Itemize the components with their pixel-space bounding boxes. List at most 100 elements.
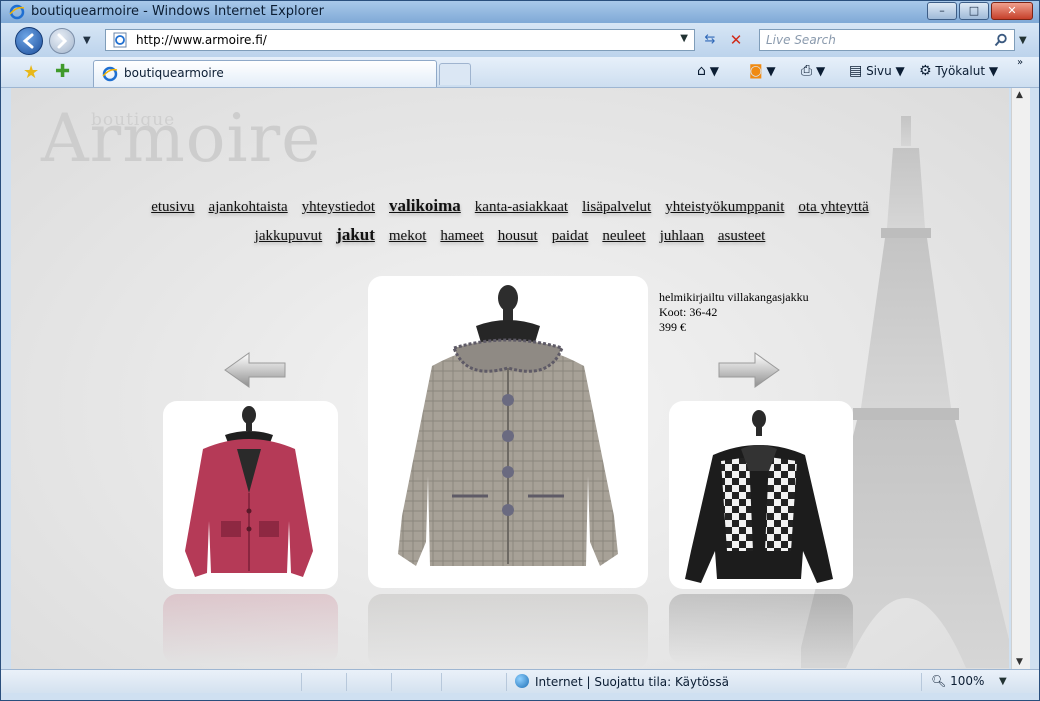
nav-ajankohtaista[interactable]: ajankohtaista bbox=[209, 199, 288, 216]
home-button[interactable]: ⌂ ▼ bbox=[697, 63, 719, 79]
tab-page-icon bbox=[102, 66, 118, 82]
thumbnail-reflection-previous bbox=[163, 594, 338, 664]
nav-valikoima[interactable]: valikoima bbox=[389, 196, 461, 216]
search-icon[interactable] bbox=[994, 33, 1008, 47]
thumbnail-reflection-next bbox=[669, 594, 853, 664]
product-sizes: Koot: 36-42 bbox=[659, 305, 718, 319]
nav-kanta-asiakkaat[interactable]: kanta-asiakkaat bbox=[475, 199, 568, 216]
ie-logo-icon bbox=[9, 4, 25, 20]
url-dropdown-icon[interactable]: ▼ bbox=[680, 33, 688, 44]
tools-menu-label: Työkalut bbox=[935, 64, 986, 78]
nav-lisapalvelut[interactable]: lisäpalvelut bbox=[582, 199, 651, 216]
window-controls: – □ ✕ bbox=[925, 2, 1033, 20]
nav-neuleet[interactable]: neuleet bbox=[602, 228, 645, 245]
toolbar-overflow-icon[interactable]: » bbox=[1017, 57, 1023, 68]
tab-boutiquearmoire[interactable]: boutiquearmoire bbox=[93, 60, 437, 87]
back-arrow-icon bbox=[22, 33, 34, 49]
page-menu-icon: ▤ bbox=[849, 63, 863, 79]
minimize-button[interactable]: – bbox=[927, 2, 957, 20]
security-zone[interactable]: Internet | Suojattu tila: Käytössä bbox=[515, 674, 729, 689]
tab-bar: ★ ✚ boutiquearmoire ⌂ ▼ ◙ ▼ ⎙ ▼ ▤ Sivu ▼… bbox=[1, 57, 1039, 88]
nav-juhlaan[interactable]: juhlaan bbox=[660, 228, 704, 245]
globe-icon bbox=[515, 674, 529, 688]
nav-housut[interactable]: housut bbox=[498, 228, 538, 245]
status-divider bbox=[391, 673, 392, 691]
page-icon bbox=[113, 32, 127, 48]
scroll-up-icon[interactable]: ▲ bbox=[1016, 90, 1023, 100]
status-divider bbox=[506, 673, 507, 691]
url-field[interactable]: http://www.armoire.fi/ ▼ bbox=[105, 29, 695, 51]
nav-paidat[interactable]: paidat bbox=[552, 228, 589, 245]
right-frame bbox=[1029, 88, 1039, 669]
favorites-star-icon[interactable]: ★ bbox=[23, 62, 39, 83]
search-input[interactable]: Live Search bbox=[759, 29, 1015, 51]
product-price: 399 € bbox=[659, 320, 686, 334]
new-tab-button[interactable] bbox=[439, 63, 471, 85]
status-divider bbox=[441, 673, 442, 691]
nav-etusivu[interactable]: etusivu bbox=[151, 199, 194, 216]
product-thumbnail-previous[interactable] bbox=[163, 401, 338, 589]
nav-asusteet[interactable]: asusteet bbox=[718, 228, 765, 245]
stop-button[interactable]: ✕ bbox=[725, 29, 747, 51]
category-navigation: jakkupuvut jakut mekot hameet housut pai… bbox=[11, 225, 1009, 245]
nav-jakkupuvut[interactable]: jakkupuvut bbox=[255, 228, 323, 245]
next-arrow-icon[interactable] bbox=[715, 350, 781, 390]
product-info: helmikirjailtu villakangasjakku Koot: 36… bbox=[659, 290, 809, 335]
printer-icon: ⎙ bbox=[801, 63, 813, 79]
feeds-button[interactable]: ◙ ▼ bbox=[749, 63, 776, 79]
site-logo[interactable]: Armoire bbox=[41, 100, 321, 177]
forward-button[interactable] bbox=[49, 28, 75, 54]
tab-label: boutiquearmoire bbox=[124, 66, 224, 80]
product-main-image[interactable] bbox=[368, 276, 648, 588]
main-navigation: etusivu ajankohtaista yhteystiedot valik… bbox=[11, 196, 1009, 216]
product-thumbnail-next[interactable] bbox=[669, 401, 853, 589]
search-placeholder: Live Search bbox=[766, 33, 836, 47]
forward-arrow-icon bbox=[57, 33, 68, 49]
page-menu-button[interactable]: ▤ Sivu ▼ bbox=[849, 63, 905, 79]
rss-icon: ◙ bbox=[749, 63, 763, 79]
vertical-scrollbar[interactable]: ▲ ▼ bbox=[1011, 88, 1030, 669]
address-bar: ▼ http://www.armoire.fi/ ▼ ⇆ ✕ Live Sear… bbox=[1, 23, 1039, 57]
status-divider bbox=[301, 673, 302, 691]
nav-jakut[interactable]: jakut bbox=[336, 225, 375, 245]
black-jacket-image bbox=[685, 410, 833, 583]
back-button[interactable] bbox=[15, 27, 43, 55]
home-icon: ⌂ bbox=[697, 63, 706, 79]
search-options-dropdown[interactable]: ▼ bbox=[1019, 35, 1027, 46]
pink-jacket-image bbox=[185, 406, 313, 577]
main-image-reflection bbox=[368, 594, 648, 669]
previous-arrow-icon[interactable] bbox=[223, 350, 289, 390]
refresh-button[interactable]: ⇆ bbox=[699, 29, 721, 51]
nav-yhteystiedot[interactable]: yhteystiedot bbox=[302, 199, 375, 216]
zoom-dropdown-icon[interactable]: ▼ bbox=[999, 676, 1007, 687]
site-logo-script: boutique bbox=[91, 110, 176, 130]
browser-window: boutiquearmoire - Windows Internet Explo… bbox=[0, 0, 1040, 701]
status-bar: Internet | Suojattu tila: Käytössä 🔍︎ 10… bbox=[1, 669, 1039, 694]
maximize-button[interactable]: □ bbox=[959, 2, 989, 20]
url-text: http://www.armoire.fi/ bbox=[136, 33, 267, 47]
window-bottom-edge bbox=[1, 693, 1039, 700]
maximize-icon: □ bbox=[968, 4, 980, 17]
page-menu-label: Sivu bbox=[866, 64, 892, 78]
nav-ota-yhteytta[interactable]: ota yhteyttä bbox=[798, 199, 868, 216]
gear-icon: ⚙ bbox=[919, 63, 932, 79]
page-viewport: Armoire boutique etusivu ajankohtaista y… bbox=[11, 88, 1009, 669]
zoom-level[interactable]: 🔍︎ 100% bbox=[931, 674, 984, 688]
nav-yhteistyokumppanit[interactable]: yhteistyökumppanit bbox=[665, 199, 784, 216]
tools-menu-button[interactable]: ⚙ Työkalut ▼ bbox=[919, 63, 998, 79]
close-button[interactable]: ✕ bbox=[991, 2, 1033, 20]
left-frame bbox=[1, 88, 11, 669]
zoom-label: 100% bbox=[950, 674, 985, 688]
minimize-icon: – bbox=[939, 4, 945, 17]
print-button[interactable]: ⎙ ▼ bbox=[801, 63, 825, 79]
nav-mekot[interactable]: mekot bbox=[389, 228, 427, 245]
zoom-icon: 🔍︎ bbox=[931, 674, 947, 688]
title-bar: boutiquearmoire - Windows Internet Explo… bbox=[1, 1, 1039, 23]
recent-pages-dropdown[interactable]: ▼ bbox=[83, 35, 91, 46]
nav-hameet[interactable]: hameet bbox=[440, 228, 483, 245]
scroll-down-icon[interactable]: ▼ bbox=[1016, 657, 1023, 667]
add-favorites-icon[interactable]: ✚ bbox=[55, 61, 70, 82]
close-icon: ✕ bbox=[1007, 4, 1017, 17]
window-title: boutiquearmoire - Windows Internet Explo… bbox=[31, 4, 325, 19]
product-name: helmikirjailtu villakangasjakku bbox=[659, 290, 809, 304]
